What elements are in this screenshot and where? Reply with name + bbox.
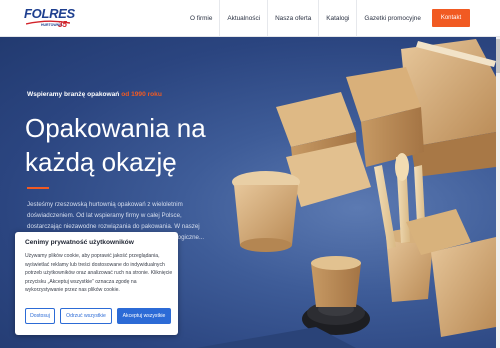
cookie-consent-dialog: Cenimy prywatność użytkowników Używamy p… bbox=[15, 232, 178, 335]
nav-item-gazetki-promocyjne[interactable]: Gazetki promocyjne bbox=[357, 0, 427, 37]
headline-accent-divider bbox=[27, 187, 49, 189]
headline-line-2: każdą okazję bbox=[25, 147, 177, 177]
hero-eyebrow: Wspieramy branżę opakowań od 1990 roku bbox=[27, 91, 162, 98]
reject-all-cookies-button[interactable]: Odrzuć wszystkie bbox=[60, 308, 112, 324]
nav-item-o-firmie[interactable]: O firmie bbox=[183, 0, 219, 37]
packaging-products-image bbox=[196, 39, 496, 348]
page-scrollbar[interactable] bbox=[496, 37, 500, 348]
main-nav: O firmie Aktualności Nasza oferta Katalo… bbox=[183, 0, 428, 37]
nav-item-katalogi[interactable]: Katalogi bbox=[319, 0, 356, 37]
hero-headline: Opakowania na każdą okazję bbox=[25, 111, 206, 179]
eyebrow-highlight: od 1990 roku bbox=[121, 91, 162, 98]
cookie-title: Cenimy prywatność użytkowników bbox=[25, 239, 134, 246]
nav-item-aktualnosci[interactable]: Aktualności bbox=[220, 0, 267, 37]
eyebrow-text: Wspieramy branżę opakowań bbox=[27, 91, 120, 98]
headline-line-1: Opakowania na bbox=[25, 113, 206, 143]
logo-wordmark: FOLRES bbox=[24, 6, 75, 21]
accept-all-cookies-button[interactable]: Akceptuj wszystkie bbox=[117, 308, 171, 324]
folres-logo[interactable]: FOLRES HURTOWNIA 35 bbox=[24, 6, 76, 32]
site-header: FOLRES HURTOWNIA 35 O firmie Aktualności… bbox=[0, 0, 500, 37]
contact-button[interactable]: Kontakt bbox=[432, 9, 470, 27]
cookie-description: Używamy plików cookie, aby poprawić jako… bbox=[25, 253, 173, 294]
scrollbar-thumb[interactable] bbox=[496, 39, 500, 73]
customize-cookies-button[interactable]: Dostosuj bbox=[25, 308, 55, 324]
logo-anniversary: 35 bbox=[58, 20, 67, 29]
nav-item-nasza-oferta[interactable]: Nasza oferta bbox=[268, 0, 318, 37]
cookie-actions: Dostosuj Odrzuć wszystkie Akceptuj wszys… bbox=[25, 308, 171, 324]
